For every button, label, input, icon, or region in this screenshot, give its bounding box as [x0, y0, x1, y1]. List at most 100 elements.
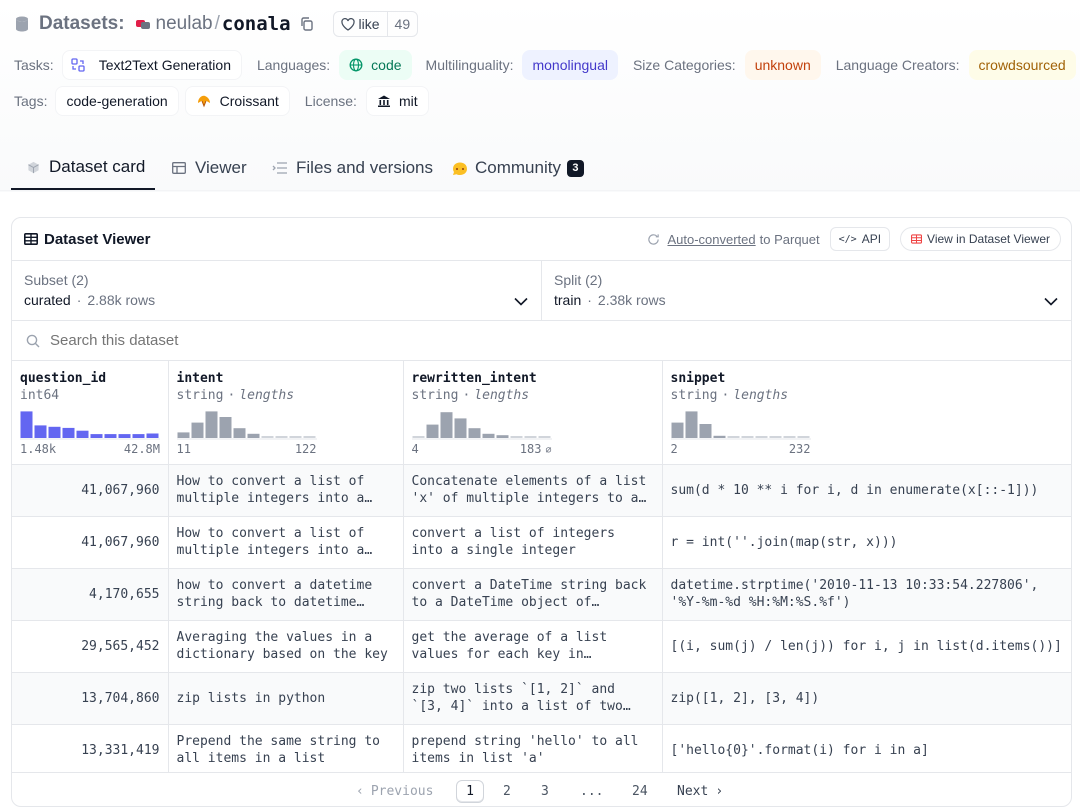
- cell-intent[interactable]: How to convert a list of multiple intege…: [168, 516, 404, 569]
- api-button[interactable]: </> API: [829, 227, 891, 251]
- task-chip[interactable]: Text2Text Generation: [61, 50, 242, 80]
- histogram-bar[interactable]: [468, 428, 480, 438]
- copy-icon[interactable]: [299, 16, 315, 32]
- histogram-bar[interactable]: [261, 436, 273, 438]
- table-row[interactable]: 41,067,960 How to convert a list of multi…: [12, 516, 1071, 569]
- histogram-bar[interactable]: [713, 435, 725, 438]
- column-header-question-id[interactable]: question_id int64 1.48k 42.8M: [12, 361, 169, 465]
- histogram-bar[interactable]: [426, 424, 438, 438]
- cell-rewritten-intent[interactable]: convert a list of integers into a single…: [403, 516, 663, 569]
- split-select[interactable]: Split (2) train · 2.38k rows: [542, 261, 1071, 321]
- cell-rewritten-intent[interactable]: prepend string 'hello' to all items in l…: [403, 724, 663, 772]
- histogram-bar[interactable]: [524, 436, 536, 438]
- cell-intent[interactable]: how to convert a datetime string back to…: [168, 568, 404, 621]
- cell-snippet[interactable]: datetime.strptime('2010-11-13 10:33:54.2…: [662, 568, 1071, 621]
- creators-chip[interactable]: crowdsourced: [968, 50, 1076, 80]
- cell-rewritten-intent[interactable]: get the average of a list values for eac…: [403, 620, 663, 673]
- cell-intent[interactable]: How to convert a list of multiple intege…: [168, 464, 404, 517]
- subset-select[interactable]: Subset (2) curated · 2.88k rows: [12, 261, 542, 321]
- histogram-bar[interactable]: [177, 432, 189, 438]
- cell-question-id[interactable]: 41,067,960: [12, 516, 169, 569]
- table-row[interactable]: 13,704,860 zip lists in python zip two lis…: [12, 672, 1071, 725]
- like-button[interactable]: like 49: [332, 11, 419, 37]
- histogram-bar[interactable]: [219, 417, 231, 438]
- tag-croissant[interactable]: Croissant: [184, 86, 290, 116]
- histogram-bar[interactable]: [146, 433, 159, 439]
- table-row[interactable]: 41,067,960 How to convert a list of multi…: [12, 464, 1071, 517]
- histogram-bar[interactable]: [755, 436, 767, 438]
- histogram-bar[interactable]: [699, 424, 711, 438]
- column-header-snippet[interactable]: snippet string · lengths 2 232: [662, 361, 1071, 465]
- size-chip[interactable]: unknown: [744, 50, 821, 80]
- histogram-bar[interactable]: [76, 430, 89, 438]
- cell-snippet[interactable]: zip([1, 2], [3, 4]): [662, 672, 1071, 725]
- histogram-bar[interactable]: [496, 435, 508, 438]
- repo-name[interactable]: conala: [222, 13, 291, 35]
- search-input[interactable]: [50, 332, 950, 349]
- column-histogram[interactable]: [20, 408, 160, 440]
- cell-rewritten-intent[interactable]: convert a DateTime string back to a Date…: [403, 568, 663, 621]
- histogram-bar[interactable]: [741, 436, 753, 438]
- section-label[interactable]: Datasets:: [39, 13, 125, 35]
- column-header-intent[interactable]: intent string · lengths 11 122: [168, 361, 404, 465]
- cell-question-id[interactable]: 13,704,860: [12, 672, 169, 725]
- page-24[interactable]: 24: [632, 773, 648, 806]
- next-button[interactable]: Next ›: [677, 773, 723, 806]
- auto-converted-link[interactable]: Auto-converted: [667, 232, 755, 247]
- cell-question-id[interactable]: 13,331,419: [12, 724, 169, 772]
- table-row[interactable]: 29,565,452 Averaging the values in a dict…: [12, 620, 1071, 673]
- column-histogram[interactable]: [670, 408, 811, 440]
- tab-dataset-card[interactable]: Dataset card: [11, 146, 155, 190]
- table-row[interactable]: 4,170,655 how to convert a datetime strin…: [12, 568, 1071, 621]
- histogram-bar[interactable]: [132, 434, 145, 438]
- histogram-bar[interactable]: [482, 433, 494, 438]
- page-2[interactable]: 2: [503, 773, 511, 806]
- multilinguality-chip[interactable]: monolingual: [522, 50, 618, 80]
- tab-community[interactable]: Community 3: [451, 146, 584, 190]
- histogram-bar[interactable]: [205, 411, 217, 438]
- histogram-bar[interactable]: [783, 436, 795, 438]
- cell-snippet[interactable]: ['hello{0}'.format(i) for i in a]: [662, 724, 1071, 772]
- cell-question-id[interactable]: 4,170,655: [12, 568, 169, 621]
- view-in-dataset-viewer-button[interactable]: View in Dataset Viewer: [900, 227, 1061, 251]
- histogram-bar[interactable]: [510, 436, 522, 438]
- cell-rewritten-intent[interactable]: Concatenate elements of a list 'x' of mu…: [403, 464, 663, 517]
- histogram-bar[interactable]: [727, 436, 739, 438]
- column-histogram[interactable]: [411, 408, 552, 440]
- cell-snippet[interactable]: sum(d * 10 ** i for i, d in enumerate(x[…: [662, 464, 1071, 517]
- histogram-bar[interactable]: [797, 436, 809, 438]
- page-3[interactable]: 3: [541, 773, 549, 806]
- histogram-bar[interactable]: [275, 436, 287, 438]
- cell-question-id[interactable]: 41,067,960: [12, 464, 169, 517]
- cell-question-id[interactable]: 29,565,452: [12, 620, 169, 673]
- histogram-bar[interactable]: [671, 422, 683, 438]
- tab-viewer[interactable]: Viewer: [172, 146, 247, 190]
- cell-intent[interactable]: zip lists in python: [168, 672, 404, 725]
- histogram-bar[interactable]: [48, 426, 61, 438]
- column-histogram[interactable]: [176, 408, 317, 440]
- tag-code-generation[interactable]: code-generation: [55, 86, 179, 116]
- histogram-bar[interactable]: [685, 411, 697, 438]
- table-row[interactable]: 13,331,419 Prepend the same string to all…: [12, 724, 1071, 772]
- cell-intent[interactable]: Prepend the same string to all items in …: [168, 724, 404, 772]
- histogram-bar[interactable]: [247, 433, 259, 438]
- histogram-bar[interactable]: [118, 434, 131, 438]
- repo-owner[interactable]: neulab: [156, 13, 213, 35]
- histogram-bar[interactable]: [104, 434, 117, 438]
- histogram-bar[interactable]: [20, 411, 33, 438]
- histogram-bar[interactable]: [191, 422, 203, 438]
- cell-rewritten-intent[interactable]: zip two lists `[1, 2]` and `[3, 4]` into…: [403, 672, 663, 725]
- cell-intent[interactable]: Averaging the values in a dictionary bas…: [168, 620, 404, 673]
- previous-button[interactable]: ‹ Previous: [356, 773, 433, 806]
- histogram-bar[interactable]: [454, 418, 466, 438]
- page-1[interactable]: 1: [456, 773, 484, 806]
- histogram-bar[interactable]: [34, 425, 47, 438]
- column-header-rewritten-intent[interactable]: rewritten_intent string · lengths 4 183 ⌀: [403, 361, 663, 465]
- language-chip[interactable]: code: [339, 50, 412, 80]
- histogram-bar[interactable]: [303, 436, 315, 438]
- tab-files[interactable]: Files and versions: [272, 146, 433, 190]
- histogram-bar[interactable]: [769, 436, 781, 438]
- histogram-bar[interactable]: [538, 436, 550, 438]
- histogram-bar[interactable]: [90, 434, 103, 438]
- histogram-bar[interactable]: [412, 436, 424, 438]
